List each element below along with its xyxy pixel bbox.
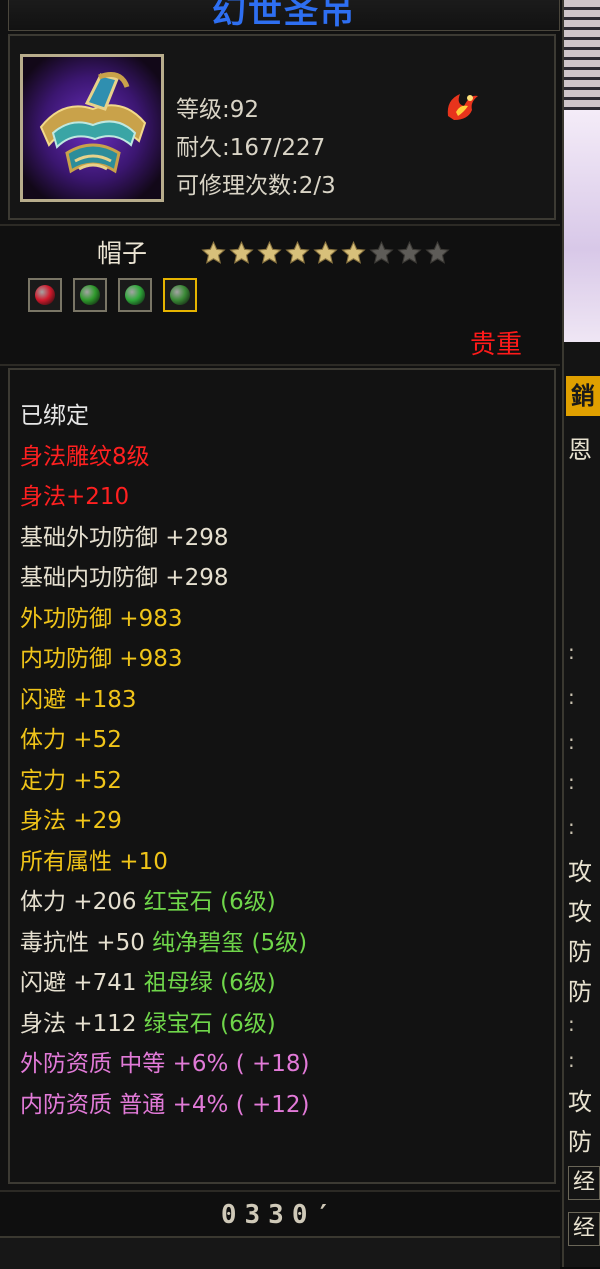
star-filled-icon bbox=[228, 240, 255, 270]
attribute-line: 闪避 +741 祖母绿 (6级) bbox=[20, 970, 276, 996]
glow-decoration bbox=[564, 110, 600, 342]
background-dots-5: : bbox=[568, 815, 575, 839]
star-filled-icon bbox=[284, 240, 311, 270]
item-repair-count: 可修理次数:2/3 bbox=[176, 173, 336, 199]
background-dots-4: : bbox=[568, 770, 575, 794]
gem-icon bbox=[170, 285, 190, 305]
footer-bar: 0330′ bbox=[0, 1190, 560, 1238]
gem-icon bbox=[80, 285, 100, 305]
background-dots-1: : bbox=[568, 640, 575, 664]
attribute-line: 基础外功防御 +298 bbox=[20, 524, 229, 551]
background-dots-3: : bbox=[568, 730, 575, 754]
background-char-7: 经 bbox=[568, 1166, 600, 1200]
attribute-line: 身法 +112 绿宝石 (6级) bbox=[20, 1010, 276, 1037]
attribute-line: 基础内功防御 +298 bbox=[20, 565, 229, 591]
attribute-line: 外功防御 +983 bbox=[20, 605, 183, 632]
star-empty-icon bbox=[424, 240, 451, 270]
attribute-line: 身法雕纹8级 bbox=[20, 443, 150, 470]
item-durability: 耐久:167/227 bbox=[176, 135, 326, 161]
item-name: 帽子 bbox=[97, 239, 148, 268]
background-char-6: 防 bbox=[568, 1128, 592, 1156]
background-char-5: 攻 bbox=[568, 1088, 592, 1116]
background-char-2: 攻 bbox=[568, 898, 592, 926]
footer-value: 0330′ bbox=[220, 1200, 340, 1230]
title-bar: 幻世圣吊 bbox=[8, 0, 560, 31]
rarity-label: 贵重 bbox=[469, 330, 522, 360]
attribute-line: 毒抗性 +50 纯净碧玺 (5级) bbox=[20, 929, 308, 956]
gem-slot-1[interactable] bbox=[28, 278, 62, 312]
background-dots-7: : bbox=[568, 1048, 575, 1072]
background-window: 銷 恩 : : : : : 攻 攻 防 防 : : 攻 防 经 经 bbox=[564, 0, 600, 1267]
attribute-line: 内防资质 普通 +4% ( +12) bbox=[20, 1091, 310, 1118]
background-tab[interactable]: 銷 bbox=[566, 376, 600, 416]
window-title: 幻世圣吊 bbox=[212, 0, 356, 31]
gem-slot-4[interactable] bbox=[163, 278, 197, 312]
item-level: 等级:92 bbox=[176, 97, 260, 123]
attribute-line: 身法+210 bbox=[20, 484, 130, 510]
hat-icon bbox=[23, 57, 161, 199]
gem-slot-3[interactable] bbox=[118, 278, 152, 312]
star-filled-icon bbox=[256, 240, 283, 270]
attribute-line: 身法 +29 bbox=[20, 808, 122, 834]
star-empty-icon bbox=[396, 240, 423, 270]
attribute-line: 体力 +52 bbox=[20, 727, 122, 753]
star-filled-icon bbox=[200, 240, 227, 270]
attribute-line: 外防资质 中等 +6% ( +18) bbox=[20, 1051, 310, 1077]
star-filled-icon bbox=[312, 240, 339, 270]
background-char-8: 经 bbox=[568, 1212, 600, 1246]
gem-icon bbox=[125, 285, 145, 305]
attribute-line: 内功防御 +983 bbox=[20, 646, 183, 672]
background-dots-2: : bbox=[568, 685, 575, 709]
item-name-section: 帽子 贵重 bbox=[0, 224, 560, 366]
phoenix-emblem-icon bbox=[447, 94, 478, 120]
background-label: 恩 bbox=[568, 436, 592, 464]
attribute-line: 定力 +52 bbox=[20, 767, 122, 794]
attribute-line: 闪避 +183 bbox=[20, 686, 137, 713]
background-char-4: 防 bbox=[568, 978, 592, 1006]
attribute-line: 已绑定 bbox=[20, 403, 89, 429]
item-header: 等级:92 耐久:167/227 可修理次数:2/3 bbox=[8, 34, 556, 220]
star-filled-icon bbox=[340, 240, 367, 270]
item-icon-frame[interactable] bbox=[20, 54, 164, 202]
attribute-list: 已绑定身法雕纹8级 身法+210 基础外功防御 +298 基础内功防御 +298 外功防… bbox=[8, 368, 556, 1184]
background-char-1: 攻 bbox=[568, 858, 592, 886]
gem-slot-2[interactable] bbox=[73, 278, 107, 312]
star-empty-icon bbox=[368, 240, 395, 270]
item-tooltip-panel: 幻世圣吊 等级:92 耐久:167/227 可修理次数:2/3 帽子 贵重 已绑… bbox=[0, 0, 564, 1269]
background-char-3: 防 bbox=[568, 938, 592, 966]
background-dots-6: : bbox=[568, 1012, 575, 1036]
attribute-line: 所有属性 +10 bbox=[20, 848, 168, 875]
gem-icon bbox=[35, 285, 55, 305]
star-rating bbox=[200, 240, 452, 266]
attribute-line: 体力 +206 红宝石 (6级) bbox=[20, 889, 276, 915]
bottom-strip bbox=[0, 1236, 560, 1269]
lattice-decoration bbox=[564, 0, 600, 110]
